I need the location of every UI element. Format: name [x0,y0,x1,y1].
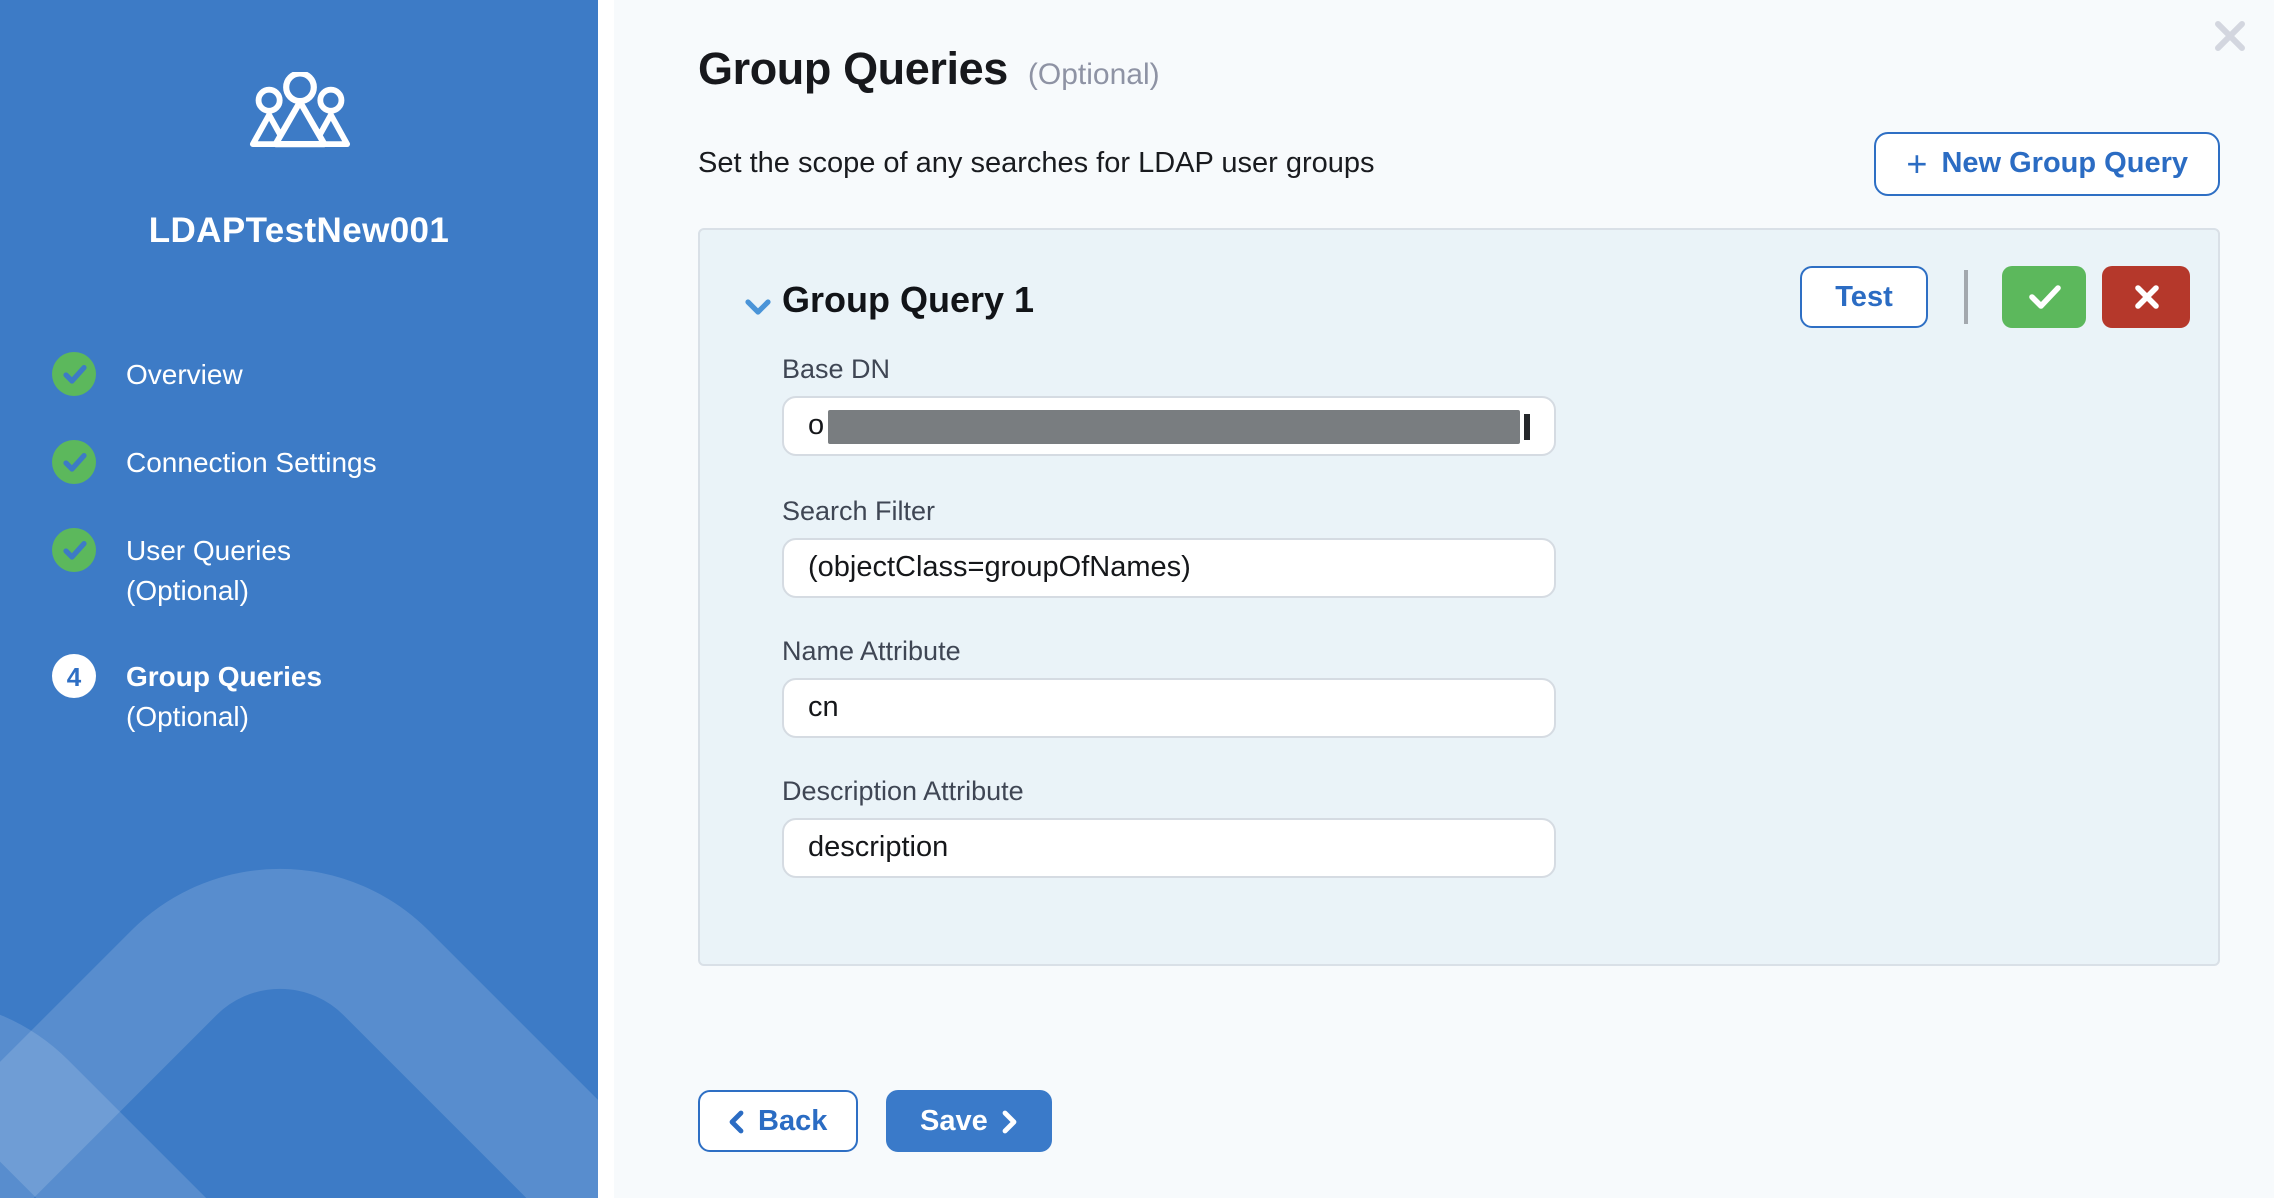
search-filter-label: Search Filter [782,496,935,526]
ldap-wizard-modal: LDAPTestNew001 Overview Connection Setti… [0,0,2274,1198]
step-number-badge: 4 [52,654,96,698]
step-sublabel: (Optional) [126,698,322,736]
base-dn-visible-text: o [808,410,824,442]
name-attribute-label: Name Attribute [782,636,961,666]
redaction-bar [828,409,1520,443]
panel-divider [598,0,614,1198]
back-button[interactable]: Back [698,1090,857,1152]
page-title: Group Queries [698,44,1008,96]
step-label: Overview [126,352,243,396]
new-group-query-label: New Group Query [1941,148,2188,180]
step-sublabel: (Optional) [126,572,291,610]
users-group-icon [0,72,598,148]
step-label: Group Queries [126,654,322,698]
description-attribute-input[interactable] [782,818,1556,878]
sidebar-item-overview[interactable]: Overview [52,352,582,396]
page-subtitle: Set the scope of any searches for LDAP u… [698,148,1375,180]
base-dn-input[interactable]: o [782,396,1556,456]
check-circle-icon [52,528,96,572]
new-group-query-button[interactable]: + New Group Query [1874,132,2220,196]
connection-name: LDAPTestNew001 [0,210,598,252]
close-icon[interactable] [2210,16,2250,56]
chevron-down-icon[interactable] [744,290,772,326]
description-attribute-label: Description Attribute [782,776,1024,806]
wizard-steps: Overview Connection Settings User Querie… [52,352,582,736]
sidebar-item-connection-settings[interactable]: Connection Settings [52,440,582,484]
check-circle-icon [52,440,96,484]
name-attribute-input[interactable] [782,678,1556,738]
page-title-optional-tag: (Optional) [1028,58,1160,92]
check-circle-icon [52,352,96,396]
base-dn-label: Base DN [782,354,890,384]
back-label: Back [758,1105,827,1137]
confirm-query-button[interactable] [2002,266,2086,328]
step-label: Connection Settings [126,440,377,484]
check-icon [2027,284,2061,310]
chevron-left-icon [728,1109,744,1133]
button-divider [1964,270,1968,324]
save-label: Save [920,1105,988,1137]
group-query-card: Group Query 1 Test Base DN o Search Filt… [698,228,2220,966]
group-queries-panel: Group Queries (Optional) Set the scope o… [614,0,2274,1198]
redacted-char-remnant [1524,413,1530,439]
x-icon [2133,284,2159,310]
wizard-sidebar: LDAPTestNew001 Overview Connection Setti… [0,0,598,1198]
plus-icon: + [1906,146,1927,182]
search-filter-input[interactable] [782,538,1556,598]
chevron-right-icon [1002,1109,1018,1133]
delete-query-button[interactable] [2102,266,2190,328]
sidebar-item-user-queries[interactable]: User Queries (Optional) [52,528,582,610]
step-label: User Queries [126,528,291,572]
query-card-title: Group Query 1 [782,280,1034,322]
sidebar-item-group-queries[interactable]: 4 Group Queries (Optional) [52,654,582,736]
test-button[interactable]: Test [1800,266,1928,328]
save-button[interactable]: Save [886,1090,1052,1152]
page-title-row: Group Queries (Optional) [698,44,1160,96]
